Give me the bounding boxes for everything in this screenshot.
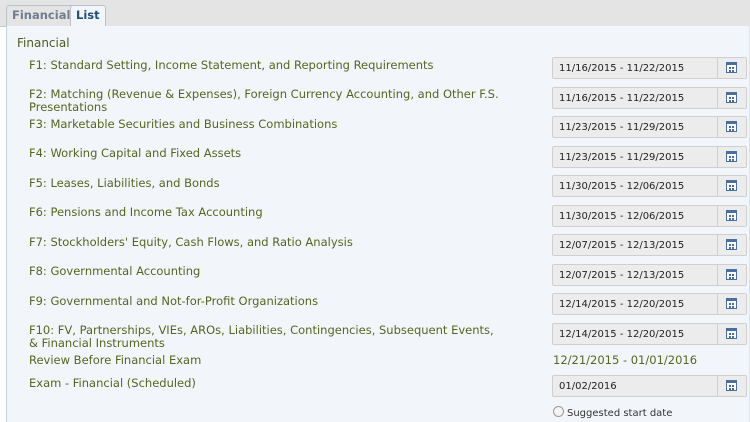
schedule-panel: Financial F1: Standard Setting, Income S… — [6, 26, 750, 422]
calendar-button[interactable] — [717, 265, 746, 285]
calendar-icon — [726, 269, 737, 280]
calendar-icon — [726, 380, 737, 391]
date-range-value: 12/14/2015 - 12/20/2015 — [559, 329, 685, 340]
radio-icon[interactable] — [553, 406, 564, 417]
date-range-value: 11/30/2015 - 12/06/2015 — [559, 181, 685, 192]
item-label-f9: F9: Governmental and Not-for-Profit Orga… — [29, 294, 319, 308]
date-range-value: 11/23/2015 - 11/29/2015 — [559, 152, 685, 163]
item-label-f8: F8: Governmental Accounting — [29, 264, 201, 278]
exam-date-field[interactable]: 01/02/2016 — [552, 375, 747, 397]
item-label-f2: F2: Matching (Revenue & Expenses), Forei… — [29, 87, 499, 114]
calendar-icon — [726, 180, 737, 191]
date-range-field-f2[interactable]: 11/16/2015 - 11/22/2015 — [552, 87, 747, 109]
date-range-field-f8[interactable]: 12/07/2015 - 12/13/2015 — [552, 264, 747, 286]
tab-list[interactable]: List — [70, 5, 106, 27]
review-label: Review Before Financial Exam — [29, 353, 202, 367]
calendar-icon — [726, 210, 737, 221]
calendar-button[interactable] — [717, 58, 746, 78]
calendar-button[interactable] — [717, 235, 746, 255]
tab-bar: Financial List — [0, 0, 750, 27]
date-range-field-f1[interactable]: 11/16/2015 - 11/22/2015 — [552, 57, 747, 79]
calendar-icon — [726, 92, 737, 103]
date-range-value: 12/14/2015 - 12/20/2015 — [559, 299, 685, 310]
date-range-field-f6[interactable]: 11/30/2015 - 12/06/2015 — [552, 205, 747, 227]
date-range-value: 12/07/2015 - 12/13/2015 — [559, 240, 685, 251]
calendar-icon — [726, 239, 737, 250]
date-range-field-f5[interactable]: 11/30/2015 - 12/06/2015 — [552, 175, 747, 197]
date-range-field-f3[interactable]: 11/23/2015 - 11/29/2015 — [552, 116, 747, 138]
calendar-icon — [726, 62, 737, 73]
calendar-button[interactable] — [717, 176, 746, 196]
date-range-field-f4[interactable]: 11/23/2015 - 11/29/2015 — [552, 146, 747, 168]
calendar-button[interactable] — [717, 376, 746, 396]
calendar-button[interactable] — [717, 324, 746, 344]
date-range-value: 12/07/2015 - 12/13/2015 — [559, 270, 685, 281]
review-date-range: 12/21/2015 - 01/01/2016 — [553, 353, 698, 367]
calendar-icon — [726, 151, 737, 162]
item-label-f4: F4: Working Capital and Fixed Assets — [29, 146, 242, 160]
suggested-start-label: Suggested start date — [567, 408, 673, 419]
calendar-icon — [726, 328, 737, 339]
item-label-f6: F6: Pensions and Income Tax Accounting — [29, 205, 263, 219]
suggested-start-option[interactable]: Suggested start date — [553, 406, 672, 419]
item-label-f10: F10: FV, Partnerships, VIEs, AROs, Liabi… — [29, 323, 494, 350]
date-range-field-f7[interactable]: 12/07/2015 - 12/13/2015 — [552, 234, 747, 256]
section-title: Financial — [17, 36, 70, 50]
calendar-button[interactable] — [717, 294, 746, 314]
item-label-f3: F3: Marketable Securities and Business C… — [29, 117, 338, 131]
calendar-icon — [726, 298, 737, 309]
calendar-icon — [726, 121, 737, 132]
calendar-button[interactable] — [717, 117, 746, 137]
calendar-button[interactable] — [717, 147, 746, 167]
date-range-field-f9[interactable]: 12/14/2015 - 12/20/2015 — [552, 293, 747, 315]
date-range-value: 11/30/2015 - 12/06/2015 — [559, 211, 685, 222]
calendar-button[interactable] — [717, 206, 746, 226]
date-range-field-f10[interactable]: 12/14/2015 - 12/20/2015 — [552, 323, 747, 345]
date-range-value: 11/23/2015 - 11/29/2015 — [559, 122, 685, 133]
item-label-f7: F7: Stockholders' Equity, Cash Flows, an… — [29, 235, 353, 249]
date-range-value: 11/16/2015 - 11/22/2015 — [559, 93, 685, 104]
tab-financial[interactable]: Financial — [6, 5, 77, 26]
item-label-f5: F5: Leases, Liabilities, and Bonds — [29, 176, 220, 190]
date-range-value: 11/16/2015 - 11/22/2015 — [559, 63, 685, 74]
calendar-button[interactable] — [717, 88, 746, 108]
item-label-f1: F1: Standard Setting, Income Statement, … — [29, 58, 434, 72]
exam-date-value: 01/02/2016 — [559, 381, 617, 392]
exam-label: Exam - Financial (Scheduled) — [29, 376, 196, 390]
